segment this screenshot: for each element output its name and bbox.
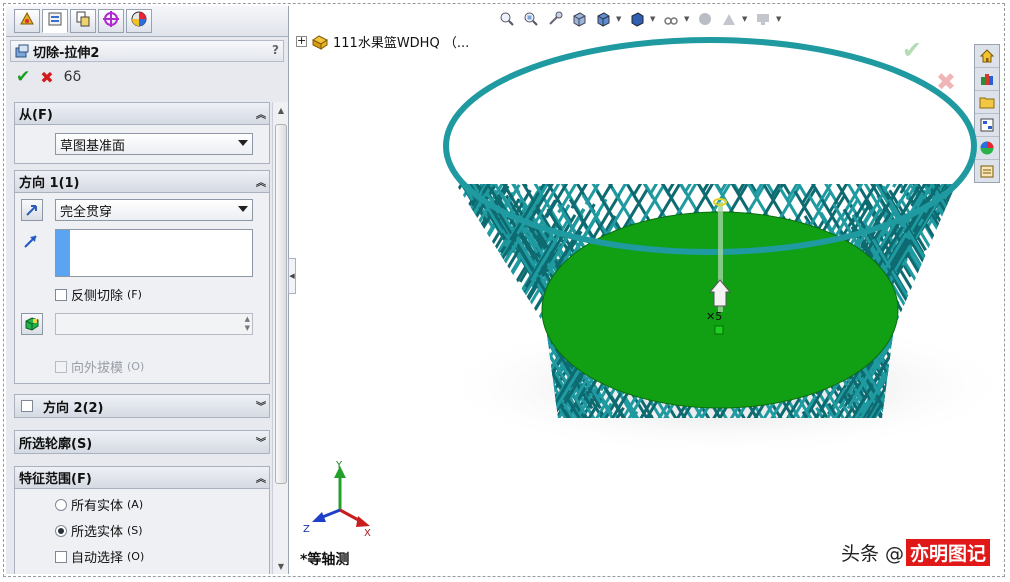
display-manager-tab[interactable] bbox=[126, 9, 152, 33]
selected-contours-group-title: 所选轮廓(S) bbox=[19, 436, 93, 452]
draft-outward-option[interactable]: 向外拔模 (O) bbox=[55, 357, 144, 376]
direction1-group-title: 方向 1(1) bbox=[19, 176, 80, 191]
triad-z-label: Z bbox=[303, 524, 310, 535]
all-bodies-option[interactable]: 所有实体 (A) bbox=[55, 495, 143, 514]
property-manager-header: 切除-拉伸2 ? bbox=[10, 40, 284, 62]
selected-bodies-shortcut: (S) bbox=[127, 524, 143, 537]
auto-select-label: 自动选择 bbox=[71, 551, 124, 566]
selected-contours-group-header[interactable]: 所选轮廓(S) ︾ bbox=[15, 431, 269, 453]
all-bodies-radio[interactable] bbox=[55, 498, 67, 511]
configuration-manager-icon bbox=[74, 10, 92, 32]
direction2-group[interactable]: 方向 2(2) ︾ bbox=[14, 394, 270, 418]
from-start-condition-select[interactable]: 草图基准面 bbox=[55, 133, 253, 155]
property-manager-icon bbox=[46, 10, 64, 32]
ok-button[interactable]: ✔ bbox=[16, 67, 30, 87]
draft-outward-checkbox[interactable] bbox=[55, 360, 67, 373]
draft-outward-label: 向外拔模 bbox=[71, 361, 124, 376]
feature-manager-tab[interactable] bbox=[14, 9, 40, 33]
panel-collapse-splitter[interactable]: ◀ bbox=[288, 258, 296, 294]
draft-outward-shortcut: (O) bbox=[127, 360, 145, 373]
flip-side-to-cut-shortcut: (F) bbox=[127, 288, 142, 301]
manager-tabs bbox=[6, 6, 288, 37]
triad-x-label: X bbox=[364, 528, 371, 539]
property-manager-tab[interactable] bbox=[42, 9, 68, 33]
all-bodies-shortcut: (A) bbox=[127, 498, 144, 511]
auto-select-shortcut: (O) bbox=[127, 550, 145, 563]
reverse-direction-icon bbox=[25, 203, 39, 217]
dropdown-arrow-icon bbox=[238, 140, 248, 146]
cut-extrude-icon bbox=[14, 43, 30, 59]
watermark: 头条 @ 亦明图记 bbox=[841, 539, 990, 566]
direction2-checkbox[interactable] bbox=[21, 400, 33, 412]
direction2-group-header[interactable]: 方向 2(2) ︾ bbox=[15, 395, 269, 417]
dropdown-arrow-icon bbox=[238, 206, 248, 212]
scroll-down-icon[interactable]: ▼ bbox=[273, 558, 288, 574]
property-scroll-area: 从(F) ︽ 草图基准面 方向 1(1) ︽ 完全贯穿 反侧切除 (F) ▲ ▼… bbox=[14, 102, 270, 574]
scrollbar-thumb[interactable] bbox=[275, 124, 287, 484]
collapse-chevron-icon: ︽ bbox=[256, 474, 266, 485]
feature-scope-group: 特征范围(F) ︽ 所有实体 (A) 所选实体 (S) 自动选择 (O) bbox=[14, 466, 270, 574]
sketch-origin-mark: ✕5 bbox=[706, 310, 722, 323]
spin-arrows-icon: ▲ ▼ bbox=[244, 315, 250, 332]
cancel-button[interactable]: ✖ bbox=[40, 68, 53, 87]
collapse-chevron-icon: ︽ bbox=[256, 110, 266, 121]
auto-select-checkbox[interactable] bbox=[55, 550, 67, 563]
feature-scope-group-header[interactable]: 特征范围(F) ︽ bbox=[15, 467, 269, 489]
feature-scope-group-title: 特征范围(F) bbox=[19, 472, 92, 487]
watermark-author: 亦明图记 bbox=[905, 539, 990, 566]
help-button[interactable]: ? bbox=[272, 43, 279, 57]
triad-y-label: Y bbox=[335, 460, 343, 471]
flip-side-to-cut-checkbox[interactable] bbox=[55, 288, 67, 301]
scroll-up-icon[interactable]: ▲ bbox=[273, 102, 288, 118]
flip-side-to-cut-label: 反侧切除 bbox=[71, 289, 124, 304]
from-group-title: 从(F) bbox=[19, 108, 53, 123]
watermark-source: 头条 @ bbox=[840, 543, 904, 565]
selection-box-active-indicator bbox=[56, 230, 70, 276]
graphics-area[interactable]: ▼ ▼ ▼ ▼ ▼ + 111水果篮WDHQ （... ✔ ✖ ✕5 Y X Z… bbox=[296, 6, 1000, 574]
detailed-preview-button[interactable]: 6δ bbox=[64, 69, 81, 85]
flip-side-to-cut-option[interactable]: 反侧切除 (F) bbox=[55, 285, 142, 304]
property-manager-title: 切除-拉伸2 bbox=[33, 45, 100, 61]
reference-triad: Y X Z bbox=[303, 460, 371, 539]
display-manager-icon bbox=[130, 10, 148, 32]
direction2-group-title: 方向 2(2) bbox=[43, 400, 104, 416]
from-start-condition-value: 草图基准面 bbox=[60, 138, 126, 154]
property-manager-actions: ✔ ✖ 6δ bbox=[16, 66, 81, 88]
end-condition-value: 完全贯穿 bbox=[60, 204, 113, 220]
selected-bodies-option[interactable]: 所选实体 (S) bbox=[55, 521, 143, 540]
selected-bodies-radio[interactable] bbox=[55, 524, 67, 537]
configuration-manager-tab[interactable] bbox=[70, 9, 96, 33]
property-scrollbar[interactable]: ▲ ▼ bbox=[272, 102, 288, 574]
expand-chevron-icon: ︾ bbox=[256, 438, 266, 449]
direction1-group-header[interactable]: 方向 1(1) ︽ bbox=[15, 171, 269, 193]
direction-selection-box[interactable] bbox=[55, 229, 253, 277]
dimxpert-icon bbox=[102, 10, 120, 32]
property-manager-panel: 切除-拉伸2 ? ✔ ✖ 6δ 从(F) ︽ 草图基准面 方向 1(1) ︽ 完… bbox=[6, 6, 289, 574]
collapse-chevron-icon: ︽ bbox=[256, 178, 266, 189]
direction-vector-icon bbox=[23, 233, 39, 249]
from-group: 从(F) ︽ 草图基准面 bbox=[14, 102, 270, 164]
expand-chevron-icon: ︾ bbox=[256, 402, 266, 413]
selected-contours-group[interactable]: 所选轮廓(S) ︾ bbox=[14, 430, 270, 454]
auto-select-option[interactable]: 自动选择 (O) bbox=[55, 547, 144, 566]
draft-angle-spinbox[interactable]: ▲ ▼ bbox=[55, 313, 253, 335]
direction1-group: 方向 1(1) ︽ 完全贯穿 反侧切除 (F) ▲ ▼ 向外拔模 (O) bbox=[14, 170, 270, 384]
from-group-header[interactable]: 从(F) ︽ bbox=[15, 103, 269, 125]
draft-toggle-button[interactable] bbox=[21, 313, 43, 335]
all-bodies-label: 所有实体 bbox=[71, 499, 124, 514]
dimxpert-tab[interactable] bbox=[98, 9, 124, 33]
feature-manager-icon bbox=[18, 10, 36, 32]
draft-icon bbox=[24, 316, 40, 332]
view-orientation-label: *等轴测 bbox=[300, 552, 350, 568]
selected-bodies-label: 所选实体 bbox=[71, 525, 124, 540]
fruit-basket-model[interactable]: ✕5 bbox=[296, 6, 1000, 574]
sketch-point bbox=[714, 325, 724, 335]
reverse-direction-button[interactable] bbox=[21, 199, 43, 221]
end-condition-select[interactable]: 完全贯穿 bbox=[55, 199, 253, 221]
